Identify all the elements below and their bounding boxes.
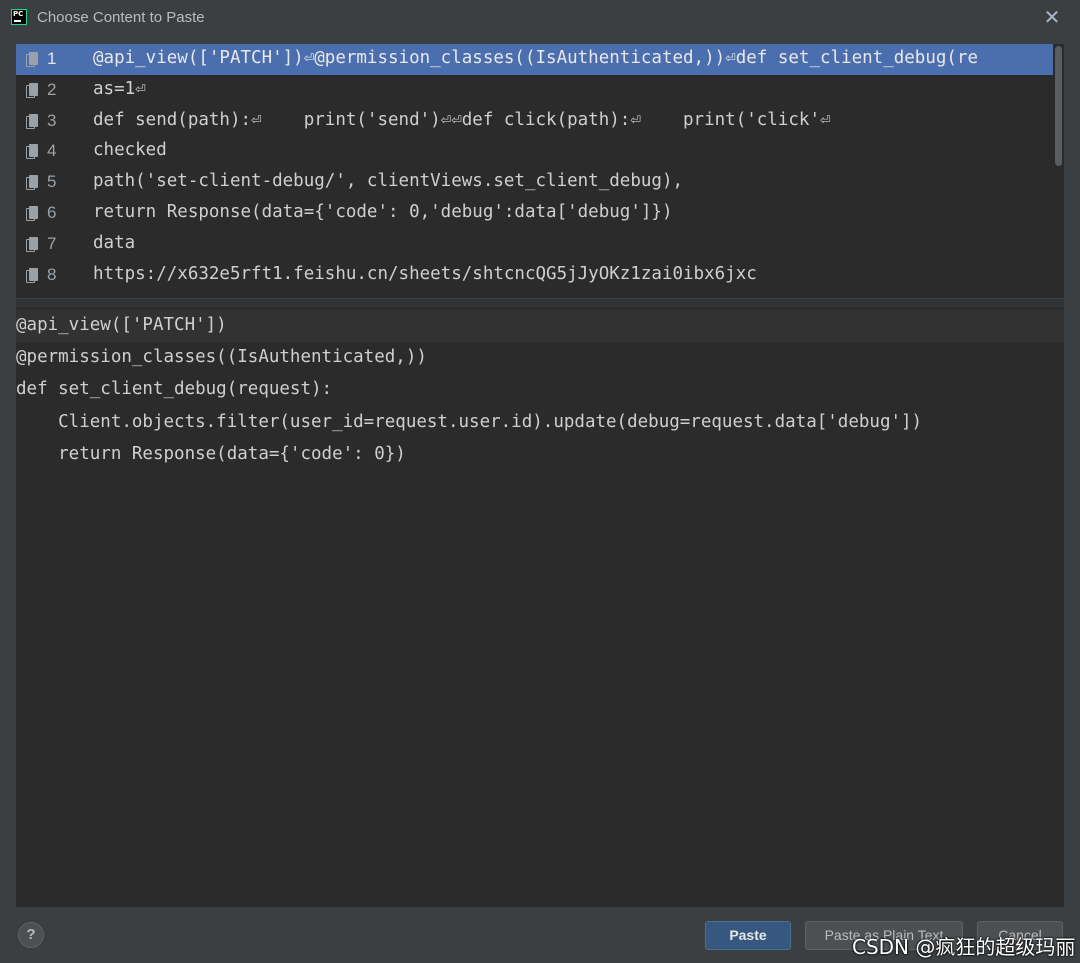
- item-number: 5: [47, 172, 57, 192]
- file-icon: [26, 175, 38, 191]
- clipboard-item[interactable]: 3 def send(path):⏎ print('send')⏎⏎def cli…: [16, 106, 1064, 137]
- file-icon: [26, 236, 38, 252]
- item-number: 8: [47, 264, 57, 284]
- clipboard-item[interactable]: 8 https://x632e5rft1.feishu.cn/sheets/sht…: [16, 260, 1064, 291]
- item-text: https://x632e5rft1.feishu.cn/sheets/shtc…: [93, 263, 757, 284]
- item-text: [93, 290, 135, 298]
- app-logo-icon: PC: [11, 9, 27, 25]
- title-bar: PC Choose Content to Paste ✕: [0, 0, 1080, 36]
- panel-splitter[interactable]: [16, 298, 1064, 307]
- clipboard-item[interactable]: 1 @api_view(['PATCH'])⏎@permission_classe…: [16, 44, 1064, 75]
- item-text: return Response(data={'code': 0,'debug':…: [93, 201, 673, 222]
- clipboard-item[interactable]: 2 as=1⏎: [16, 75, 1064, 106]
- item-number: 6: [47, 202, 57, 222]
- preview-pane[interactable]: @api_view(['PATCH']) @permission_classes(…: [16, 307, 1064, 907]
- file-icon: [26, 205, 38, 221]
- watermark: CSDN @疯狂的超级玛丽: [852, 935, 1076, 959]
- file-icon: [26, 144, 38, 160]
- clipboard-item[interactable]: 6 return Response(data={'code': 0,'debug'…: [16, 198, 1064, 229]
- preview-line: def set_client_debug(request):: [16, 379, 333, 400]
- item-text: path('set-client-debug/', clientViews.se…: [93, 171, 684, 192]
- preview-line: @permission_classes((IsAuthenticated,)): [16, 347, 427, 368]
- item-number: 7: [47, 233, 57, 253]
- clipboard-item[interactable]: 4 checked: [16, 136, 1064, 167]
- file-icon: [26, 113, 38, 129]
- item-text: def send(path):⏎ print('send')⏎⏎def clic…: [93, 109, 831, 130]
- dialog-title: Choose Content to Paste: [37, 9, 205, 26]
- item-number: 1: [47, 49, 57, 68]
- close-icon[interactable]: ✕: [1040, 5, 1064, 29]
- clipboard-list[interactable]: 1 @api_view(['PATCH'])⏎@permission_classe…: [16, 44, 1064, 298]
- help-button[interactable]: ?: [18, 922, 44, 948]
- preview-line: return Response(data={'code': 0}): [16, 443, 406, 464]
- item-text: checked: [93, 140, 167, 161]
- file-icon: [26, 267, 38, 283]
- file-icon: [26, 52, 38, 67]
- item-number: 4: [47, 141, 57, 161]
- clipboard-item[interactable]: 5 path('set-client-debug/', clientViews.s…: [16, 167, 1064, 198]
- file-icon: [26, 82, 38, 98]
- preview-line: @api_view(['PATCH']): [16, 315, 227, 335]
- item-text: @api_view(['PATCH'])⏎@permission_classes…: [93, 48, 979, 68]
- clipboard-item[interactable]: 7 data: [16, 229, 1064, 260]
- list-scrollbar-thumb[interactable]: [1055, 46, 1062, 166]
- paste-button[interactable]: Paste: [705, 921, 791, 950]
- item-text: data: [93, 232, 136, 253]
- item-number: 3: [47, 110, 57, 130]
- item-text: as=1⏎: [93, 78, 146, 99]
- clipboard-item[interactable]: 9: [16, 290, 1064, 298]
- item-number: 2: [47, 79, 57, 99]
- preview-line: Client.objects.filter(user_id=request.us…: [16, 411, 923, 432]
